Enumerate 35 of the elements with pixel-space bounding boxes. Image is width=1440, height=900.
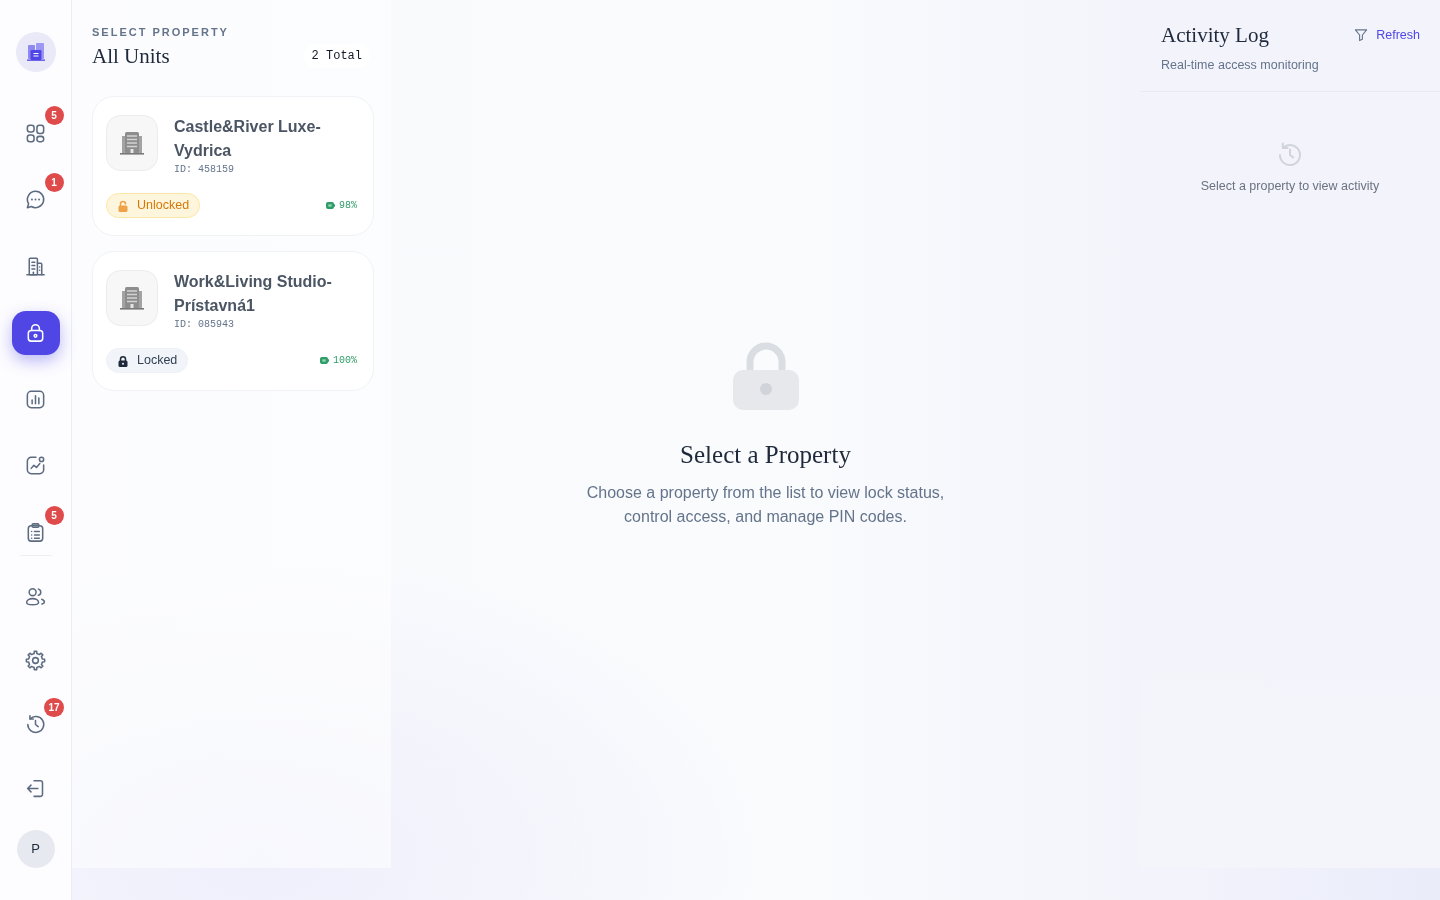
- notification-badge: 5: [44, 505, 64, 525]
- section-label: SELECT PROPERTY: [92, 26, 230, 39]
- settings-icon: [24, 649, 47, 673]
- property-card[interactable]: Castle&River Luxe-Vydrica ID: 458159 Unlocked 98%: [92, 96, 374, 236]
- refresh-button[interactable]: Refresh: [1354, 25, 1420, 45]
- lock-status-label: Unlocked: [137, 197, 190, 215]
- property-name: Work&Living Studio-Prístavná1: [174, 272, 333, 316]
- users-icon: [24, 585, 47, 609]
- lock-status-label: Locked: [137, 352, 178, 370]
- notification-badge: 1: [44, 172, 64, 192]
- property-id: ID: 085943: [174, 318, 235, 332]
- notification-badge: 5: [44, 106, 64, 125]
- battery-level: 100%: [333, 354, 357, 368]
- logo-icon: [15, 32, 56, 72]
- property-card[interactable]: Work&Living Studio-Prístavná1 ID: 085943 Locked 100%: [92, 251, 374, 391]
- filter-icon: [1354, 28, 1369, 42]
- history-icon: [1276, 141, 1304, 169]
- property-id: ID: 458159: [174, 163, 235, 177]
- panel-title: Activity Log: [1161, 22, 1269, 48]
- empty-state-description: Choose a property from the list to view lock status, control access, and manage PIN codes.: [585, 482, 946, 527]
- user-avatar[interactable]: P: [16, 829, 55, 868]
- building-icon: [106, 115, 158, 171]
- empty-activity-message: Select a property to view activity: [1200, 178, 1380, 195]
- empty-state-title: Select a Property: [680, 439, 851, 470]
- nav-button[interactable]: [11, 310, 60, 355]
- closed-padlock-icon: [117, 354, 129, 367]
- open-padlock-icon: [117, 199, 129, 212]
- notification-badge: 17: [44, 697, 64, 717]
- property-name: Castle&River Luxe-Vydrica: [174, 117, 322, 161]
- list-title: All Units: [92, 43, 170, 69]
- panel-subtitle: Real-time access monitoring: [1161, 57, 1320, 73]
- battery-icon: [320, 357, 329, 364]
- building-icon: [106, 270, 158, 326]
- battery-icon: [326, 202, 335, 209]
- battery-level: 98%: [339, 199, 357, 213]
